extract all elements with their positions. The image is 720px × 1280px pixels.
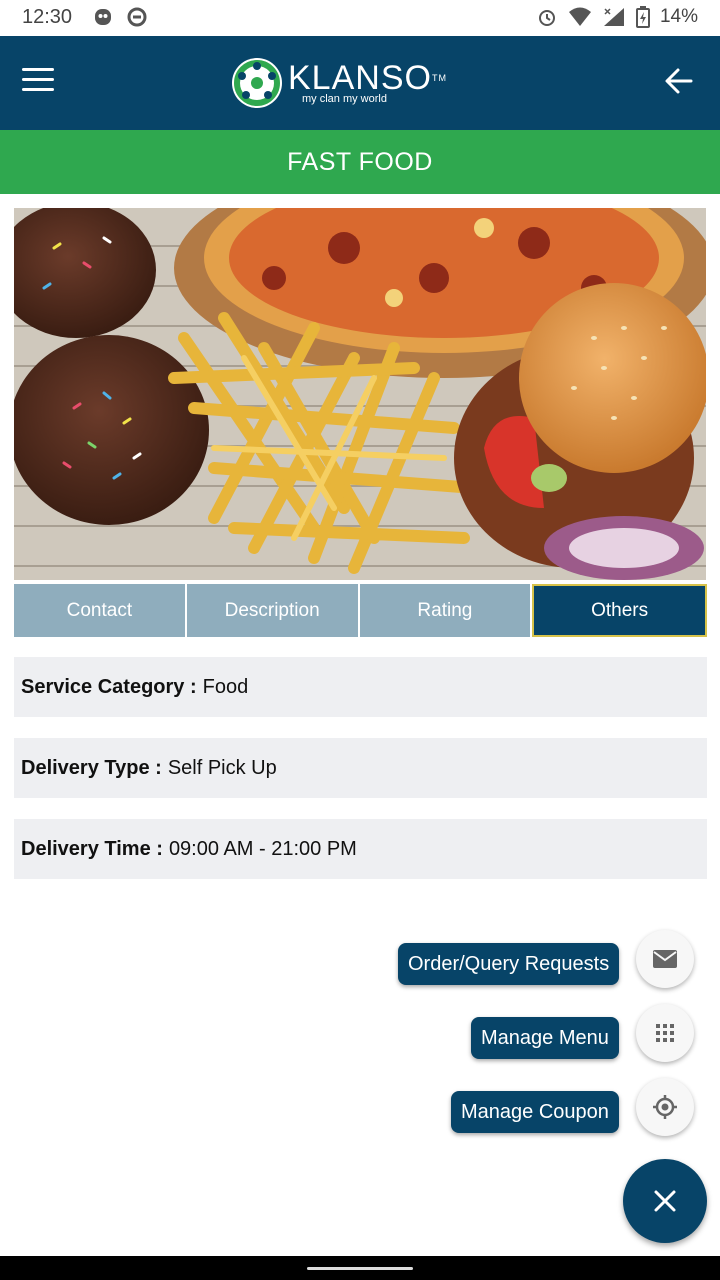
- delivery-time-label: Delivery Time :: [21, 837, 163, 860]
- tab-rating[interactable]: Rating: [359, 584, 531, 637]
- battery-percent: 14%: [659, 6, 698, 27]
- alarm-icon: [538, 10, 555, 26]
- detail-tabs: Contact Description Rating Others: [14, 584, 707, 637]
- close-fab-button[interactable]: [623, 1159, 707, 1243]
- fast-food-image: [14, 208, 706, 580]
- delivery-type-row: Delivery Type : Self Pick Up: [14, 738, 707, 798]
- app-bar: KLANSOTM my clan my world: [0, 36, 720, 130]
- grid-icon[interactable]: [636, 1004, 694, 1062]
- manage-coupon-button[interactable]: Manage Coupon: [451, 1091, 619, 1133]
- hamburger-icon[interactable]: [22, 68, 54, 94]
- delivery-type-value: Self Pick Up: [167, 756, 277, 779]
- manage-menu-button[interactable]: Manage Menu: [471, 1017, 619, 1059]
- klanso-logo: KLANSOTM my clan my world: [230, 56, 447, 110]
- notification-app-icon: [95, 9, 111, 25]
- logo-mark-icon: [232, 58, 282, 108]
- logo-name: KLANSO: [288, 59, 432, 97]
- category-title: FAST FOOD: [0, 130, 720, 194]
- status-time: 12:30: [22, 6, 73, 28]
- signal-icon: [603, 8, 624, 26]
- wifi-icon: [568, 7, 591, 26]
- delivery-time-row: Delivery Time : 09:00 AM - 21:00 PM: [14, 819, 707, 879]
- location-target-icon[interactable]: [636, 1078, 694, 1136]
- tab-description[interactable]: Description: [186, 584, 358, 637]
- close-icon: [654, 1190, 676, 1212]
- delivery-type-label: Delivery Type :: [21, 756, 162, 779]
- sync-icon: [127, 7, 147, 27]
- logo-tm: TM: [431, 73, 447, 83]
- status-bar: 12:30 14%: [0, 0, 720, 36]
- battery-charging-icon: [635, 6, 650, 28]
- service-category-label: Service Category :: [21, 675, 197, 698]
- order-query-requests-button[interactable]: Order/Query Requests: [398, 943, 620, 985]
- service-category-value: Food: [202, 675, 249, 698]
- home-gesture-handle[interactable]: [307, 1267, 413, 1270]
- mail-icon[interactable]: [636, 930, 694, 988]
- delivery-time-value: 09:00 AM - 21:00 PM: [168, 837, 357, 860]
- arrow-back-icon[interactable]: [664, 66, 694, 96]
- system-nav-bar: [0, 1256, 720, 1280]
- tab-contact[interactable]: Contact: [14, 584, 185, 637]
- tab-others[interactable]: Others: [532, 584, 707, 637]
- service-category-row: Service Category : Food: [14, 657, 707, 717]
